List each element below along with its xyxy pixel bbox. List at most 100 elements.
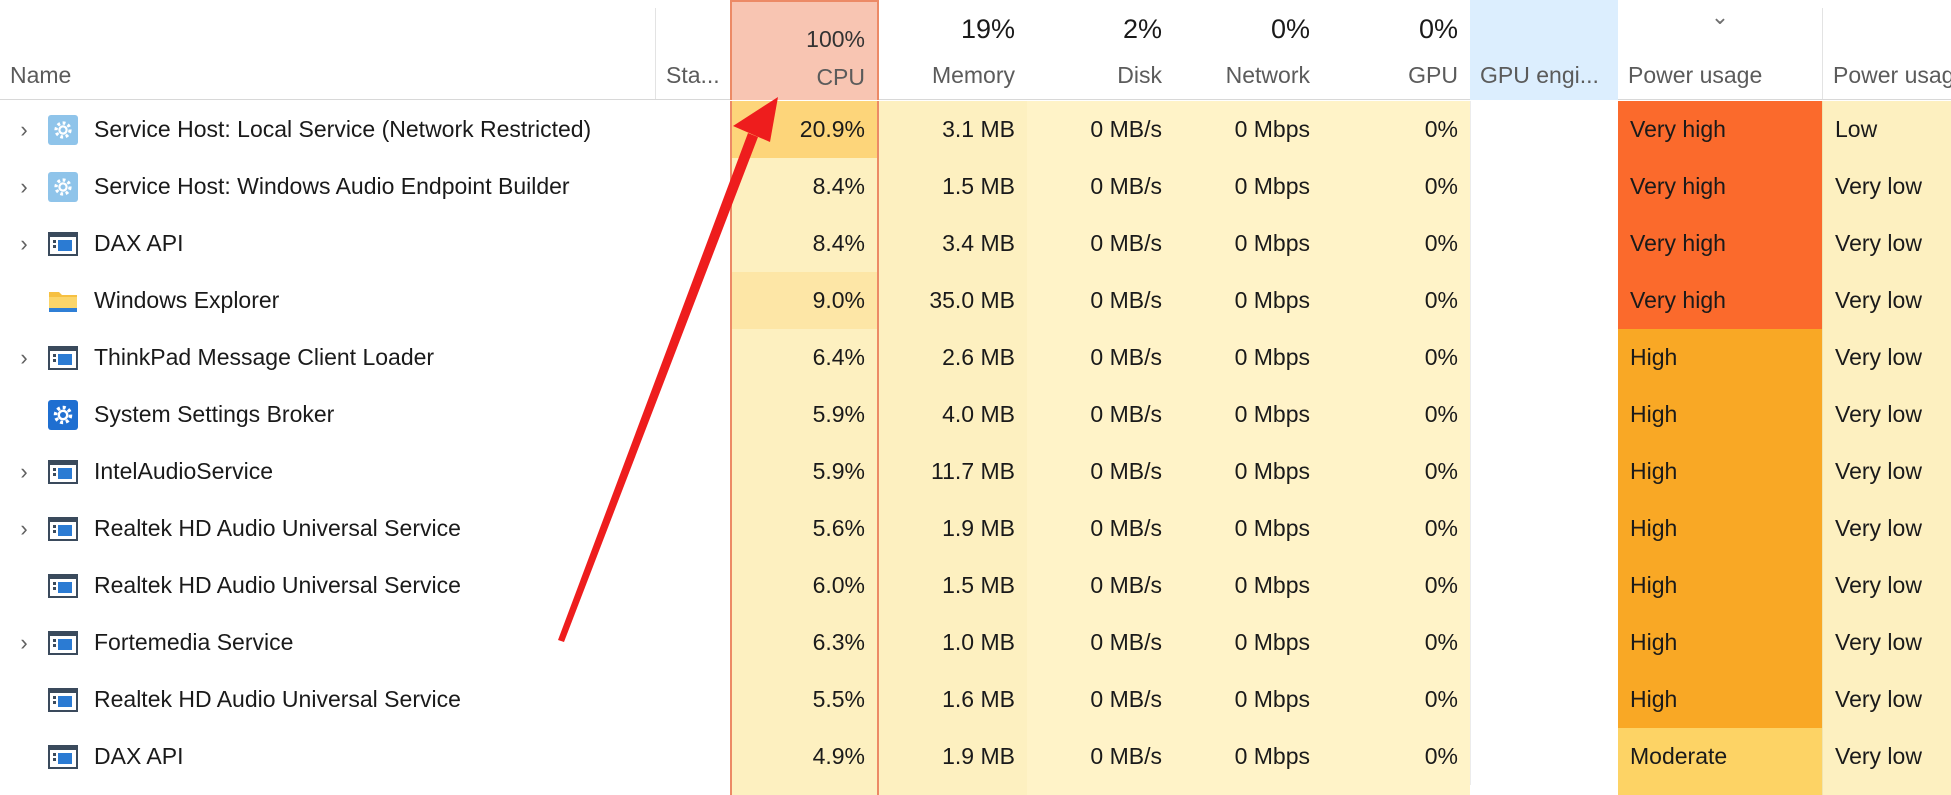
disk-total-percent: 2% — [1122, 14, 1162, 44]
gpu-cell: 0% — [1322, 614, 1470, 671]
process-name-cell[interactable]: Windows Explorer — [0, 272, 655, 329]
process-name-cell[interactable]: › IntelAudioService — [0, 443, 655, 500]
process-row[interactable]: DAX API 4.9% 1.9 MB 0 MB/s 0 Mbps 0% Moderate V… — [0, 728, 1951, 785]
process-name: ThinkPad Message Client Loader — [94, 344, 435, 370]
process-name-cell[interactable]: › DAX API — [0, 215, 655, 272]
process-name-cell[interactable]: System Settings Broker — [0, 386, 655, 443]
network-cell: 0 Mbps — [1174, 671, 1322, 728]
power-usage-trend-cell: Very low — [1822, 728, 1951, 785]
process-name-cell[interactable]: › ThinkPad Message Client Loader — [0, 329, 655, 386]
expand-chevron-icon[interactable]: › — [0, 516, 48, 542]
gpu-engine-cell — [1470, 101, 1618, 158]
process-row[interactable]: › Service Host: Local Service (Network Re… — [0, 101, 1951, 158]
power-usage-trend-cell: Low — [1822, 101, 1951, 158]
gpu-engine-cell — [1470, 386, 1618, 443]
process-row[interactable]: Windows Explorer 9.0% 35.0 MB 0 MB/s 0 Mbps 0… — [0, 272, 1951, 329]
gpu-engine-cell — [1470, 329, 1618, 386]
expand-chevron-icon[interactable]: › — [0, 231, 48, 257]
power-usage-trend-cell — [1822, 785, 1951, 795]
power-usage-cell: High — [1618, 614, 1822, 671]
power-usage-cell: High — [1618, 329, 1822, 386]
gpu-cell: 0% — [1322, 101, 1470, 158]
column-header-disk[interactable]: 2% Disk — [1027, 0, 1174, 100]
folder-icon — [48, 286, 78, 316]
column-header-name-label: Name — [10, 62, 72, 88]
gpu-engine-cell — [1470, 671, 1618, 728]
disk-cell: 0 MB/s — [1027, 272, 1174, 329]
gpu-cell: 0% — [1322, 500, 1470, 557]
gpu-engine-cell — [1470, 443, 1618, 500]
column-header-status[interactable]: Sta... — [656, 0, 730, 100]
power-usage-cell: Moderate — [1618, 728, 1822, 785]
gpu-cell: 0% — [1322, 272, 1470, 329]
process-name-cell[interactable]: › Service Host: Local Service (Network Re… — [0, 101, 655, 158]
expand-chevron-icon[interactable]: › — [0, 630, 48, 656]
network-cell: 0 Mbps — [1174, 443, 1322, 500]
app-window-icon — [48, 685, 78, 715]
column-header-network[interactable]: 0% Network — [1174, 0, 1322, 100]
power-usage-trend-cell: Very low — [1822, 614, 1951, 671]
app-window-icon — [48, 457, 78, 487]
process-name: Fortemedia Service — [94, 629, 294, 655]
network-total-percent: 0% — [1270, 14, 1310, 44]
process-name-cell[interactable]: › Fortemedia Service — [0, 614, 655, 671]
process-row[interactable]: › Service Host: Windows Audio Endpoint Bu… — [0, 158, 1951, 215]
column-header-name[interactable]: Name — [0, 0, 655, 100]
process-row[interactable]: System Settings Broker 5.9% 4.0 MB 0 MB/s 0 … — [0, 386, 1951, 443]
process-row[interactable]: › ThinkPad Message Client Loader 6.4% 2.6 M… — [0, 329, 1951, 386]
gpu-engine-cell — [1470, 158, 1618, 215]
disk-cell: 0 MB/s — [1027, 671, 1174, 728]
expand-chevron-icon[interactable]: › — [0, 459, 48, 485]
column-header-memory-label: Memory — [931, 62, 1015, 88]
process-row[interactable]: › Realtek HD Audio Universal Service 5.6% 1… — [0, 500, 1951, 557]
memory-cell — [879, 785, 1027, 795]
memory-total-percent: 19% — [960, 14, 1015, 44]
process-row[interactable]: › Fortemedia Service 6.3% 1.0 MB 0 MB/s 0 Mbp… — [0, 614, 1951, 671]
network-cell: 0 Mbps — [1174, 158, 1322, 215]
disk-cell: 0 MB/s — [1027, 101, 1174, 158]
process-name: IntelAudioService — [94, 458, 273, 484]
power-usage-cell: High — [1618, 500, 1822, 557]
process-name-cell[interactable]: › Service Host: Windows Audio Endpoint Bu… — [0, 158, 655, 215]
memory-cell: 11.7 MB — [879, 443, 1027, 500]
process-name-cell[interactable]: Realtek HD Audio Universal Service — [0, 671, 655, 728]
process-name: Realtek HD Audio Universal Service — [94, 686, 461, 712]
process-name-cell[interactable]: › Realtek HD Audio Universal Service — [0, 500, 655, 557]
app-window-icon — [48, 229, 78, 259]
network-cell: 0 Mbps — [1174, 614, 1322, 671]
column-header-power-usage[interactable]: ⌄ Power usage — [1618, 0, 1822, 100]
process-row[interactable]: › IntelAudioService 5.9% 11.7 MB 0 MB/s 0 Mbp… — [0, 443, 1951, 500]
column-header-gpu[interactable]: 0% GPU — [1322, 0, 1470, 100]
settings-gear-icon — [48, 399, 78, 430]
gear-service-icon — [48, 114, 78, 145]
power-usage-cell: High — [1618, 386, 1822, 443]
column-header-power-usage-label: Power usage — [1628, 62, 1763, 88]
column-header-power-usage-trend[interactable]: Power usag — [1823, 0, 1951, 100]
column-header-memory[interactable]: 19% Memory — [879, 0, 1027, 100]
column-header-gpu-engine[interactable]: GPU engi... — [1470, 0, 1618, 100]
expand-chevron-icon[interactable]: › — [0, 117, 48, 143]
disk-cell: 0 MB/s — [1027, 329, 1174, 386]
process-row[interactable]: Realtek HD Audio Universal Service 6.0% 1.… — [0, 557, 1951, 614]
expand-chevron-icon[interactable]: › — [0, 345, 48, 371]
column-header-cpu[interactable]: 100% CPU — [730, 0, 879, 100]
gpu-cell — [1322, 785, 1470, 795]
memory-cell: 1.0 MB — [879, 614, 1027, 671]
expand-chevron-icon[interactable]: › — [0, 174, 48, 200]
gpu-cell: 0% — [1322, 443, 1470, 500]
network-cell: 0 Mbps — [1174, 329, 1322, 386]
process-name-cell[interactable]: DAX API — [0, 728, 655, 785]
cpu-total-percent: 100% — [806, 26, 865, 52]
process-row-partial — [0, 785, 1951, 795]
process-row[interactable]: Realtek HD Audio Universal Service 5.5% 1.… — [0, 671, 1951, 728]
power-usage-cell: Very high — [1618, 272, 1822, 329]
cpu-cell: 8.4% — [730, 158, 879, 215]
gear-service-icon — [48, 171, 78, 202]
network-cell: 0 Mbps — [1174, 386, 1322, 443]
process-name-cell[interactable]: Realtek HD Audio Universal Service — [0, 557, 655, 614]
process-name: Service Host: Windows Audio Endpoint Bui… — [94, 173, 570, 199]
power-usage-cell: Very high — [1618, 215, 1822, 272]
process-row[interactable]: › DAX API 8.4% 3.4 MB 0 MB/s 0 Mbps 0% Very hig… — [0, 215, 1951, 272]
gpu-engine-cell — [1470, 272, 1618, 329]
process-name: Service Host: Local Service (Network Res… — [94, 116, 592, 142]
